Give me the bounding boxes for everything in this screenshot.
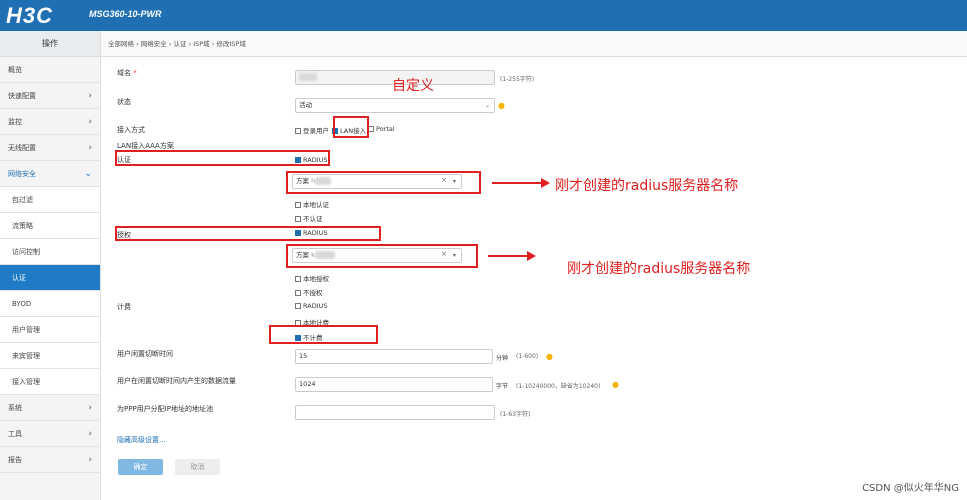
access-method-label: 接入方式 [117, 126, 145, 134]
sidebar-item-quick-config[interactable]: 快速配置 › [0, 83, 100, 109]
authz-local-option[interactable]: 本地授权 [295, 273, 329, 283]
sidebar-item-byod[interactable]: BYOD [0, 291, 100, 317]
sidebar-item-label: 无线配置 [8, 144, 36, 152]
lightbulb-icon: ● [546, 352, 553, 361]
sidebar-item-report[interactable]: 报告 › [0, 447, 100, 473]
sidebar-item-label: 认证 [12, 274, 26, 282]
sidebar-item-authentication[interactable]: 认证 [0, 265, 100, 291]
chevron-right-icon: › [88, 455, 92, 465]
domain-hint: (1-255字符) [500, 76, 535, 83]
idle-time-hint: (1-600) [516, 353, 539, 360]
sidebar-item-packet-filter[interactable]: 包过滤 [0, 187, 100, 213]
advanced-settings-link[interactable]: 隐藏高级设置... [117, 435, 166, 445]
annotation-box-authz [115, 226, 381, 241]
idle-traffic-hint: (1-10240000，缺省为10240) [516, 383, 601, 390]
chevron-down-icon: ⌄ [84, 169, 92, 179]
arrow-right-icon [527, 251, 536, 261]
annotation-box-auth-scheme [286, 171, 481, 194]
idle-traffic-unit: 字节 [496, 383, 509, 390]
chevron-right-icon: › [88, 91, 92, 101]
sidebar-item-label: 快速配置 [8, 92, 36, 100]
sidebar-item-label: 系统 [8, 404, 22, 412]
status-label: 状态 [117, 98, 131, 106]
h3c-logo: H3C [6, 3, 54, 28]
access-login-option[interactable]: 登录用户 [295, 125, 329, 135]
checkbox-icon[interactable] [295, 216, 301, 222]
status-value: 活动 [299, 101, 312, 109]
idle-traffic-label: 用户在闲置切断时间内产生的数据流量 [117, 377, 236, 385]
sidebar-item-label: 包过滤 [12, 196, 33, 204]
annotation-box-auth [115, 150, 330, 166]
idle-traffic-input[interactable]: 1024 [295, 377, 493, 392]
checkbox-icon[interactable] [295, 128, 301, 134]
status-select[interactable]: 活动 [295, 98, 495, 113]
annotation-radius-name-2: 刚才创建的radius服务器名称 [567, 261, 751, 277]
chevron-right-icon: › [88, 143, 92, 153]
access-portal-option[interactable]: Portal [368, 125, 395, 133]
acct-radius-option[interactable]: RADIUS [295, 302, 328, 310]
sidebar-item-label: 用户管理 [12, 326, 40, 334]
ppp-pool-hint: (1-63字符) [500, 411, 531, 418]
sidebar-item-user-management[interactable]: 用户管理 [0, 317, 100, 343]
auth-local-option[interactable]: 本地认证 [295, 199, 329, 209]
sidebar-item-tools[interactable]: 工具 › [0, 421, 100, 447]
domain-label: 域名 * [117, 69, 137, 77]
chevron-down-icon: ⌄ [485, 102, 491, 109]
top-header: H3C MSG360-10-PWR [0, 0, 967, 31]
annotation-box-lan [333, 116, 369, 138]
sidebar-item-wireless[interactable]: 无线配置 › [0, 135, 100, 161]
idle-time-input[interactable]: 15 [295, 349, 493, 364]
sidebar-item-label: 网络安全 [8, 170, 36, 178]
sidebar: 操作 概览 快速配置 › 监控 › 无线配置 › 网络安全 ⌄ 包过滤 流策略 访问控制… [0, 31, 101, 500]
annotation-arrow-2 [488, 255, 528, 257]
sidebar-item-monitor[interactable]: 监控 › [0, 109, 100, 135]
sidebar-item-flow-policy[interactable]: 流策略 [0, 213, 100, 239]
sidebar-item-label: 流策略 [12, 222, 33, 230]
arrow-right-icon [541, 178, 550, 188]
annotation-radius-name-1: 刚才创建的radius服务器名称 [555, 178, 739, 194]
ppp-pool-label: 为PPP用户分配IP地址的地址池 [117, 405, 213, 413]
sidebar-item-network-security[interactable]: 网络安全 ⌄ [0, 161, 100, 187]
idle-time-unit: 分钟 [496, 355, 509, 362]
annotation-arrow-1 [492, 182, 542, 184]
auth-none-option[interactable]: 不认证 [295, 213, 323, 223]
sidebar-item-label: 报告 [8, 456, 22, 464]
sidebar-item-label: 接入管理 [12, 378, 40, 386]
annotation-box-acct-none [269, 325, 378, 344]
checkbox-icon[interactable] [295, 290, 301, 296]
accounting-label: 计费 [117, 303, 131, 311]
ok-button[interactable]: 确定 [118, 459, 163, 475]
sidebar-item-label: 概览 [8, 66, 22, 74]
sidebar-item-system[interactable]: 系统 › [0, 395, 100, 421]
chevron-right-icon: › [88, 403, 92, 413]
sidebar-item-overview[interactable]: 概览 [0, 57, 100, 83]
sidebar-item-label: 来宾管理 [12, 352, 40, 360]
annotation-box-authz-scheme [286, 244, 478, 268]
annotation-custom: 自定义 [392, 78, 434, 94]
checkbox-icon[interactable] [295, 303, 301, 309]
lightbulb-icon: ● [612, 380, 619, 389]
authz-none-option[interactable]: 不授权 [295, 287, 323, 297]
device-model: MSG360-10-PWR [89, 9, 162, 19]
sidebar-item-label: 工具 [8, 430, 22, 438]
chevron-right-icon: › [88, 117, 92, 127]
watermark: CSDN @似火年华NG [862, 483, 959, 494]
breadcrumb: 全部网络 › 网络安全 › 认证 › ISP域 › 修改ISP域 [101, 31, 967, 57]
sidebar-item-label: 访问控制 [12, 248, 40, 256]
required-mark: * [133, 69, 137, 77]
sidebar-title: 操作 [0, 31, 100, 57]
chevron-right-icon: › [88, 429, 92, 439]
lightbulb-icon: ● [498, 101, 505, 110]
cancel-button[interactable]: 取消 [175, 459, 220, 475]
sidebar-item-label: 监控 [8, 118, 22, 126]
sidebar-item-access-control[interactable]: 访问控制 [0, 239, 100, 265]
checkbox-icon[interactable] [295, 202, 301, 208]
ppp-pool-input[interactable] [295, 405, 495, 420]
checkbox-icon[interactable] [295, 276, 301, 282]
sidebar-item-guest-management[interactable]: 来宾管理 [0, 343, 100, 369]
sidebar-item-label: BYOD [12, 300, 32, 308]
idle-time-label: 用户闲置切断时间 [117, 350, 173, 358]
sidebar-item-access-management[interactable]: 接入管理 [0, 369, 100, 395]
